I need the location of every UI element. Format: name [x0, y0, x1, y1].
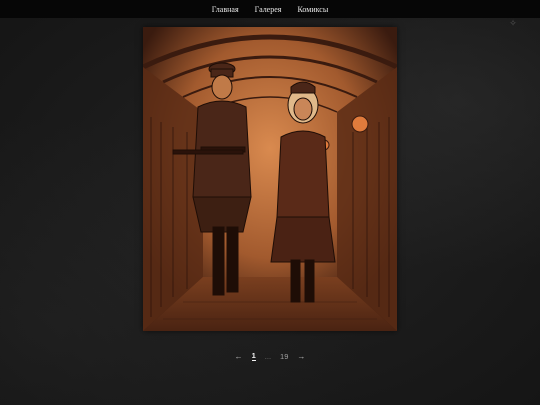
next-page-arrow-icon[interactable]: → — [297, 352, 305, 361]
decorative-star-icon: ✧ — [509, 18, 517, 28]
pagination: ← 1 ... 19 → — [0, 349, 540, 363]
nav-link-gallery[interactable]: Галерея — [255, 5, 282, 14]
comic-page-image[interactable] — [143, 27, 397, 331]
nav-link-home[interactable]: Главная — [212, 5, 239, 14]
top-navigation-bar: Главная Галерея Комиксы — [0, 0, 540, 18]
last-page-link[interactable]: 19 — [280, 352, 288, 361]
comic-illustration-icon — [143, 27, 397, 331]
nav-link-comics[interactable]: Комиксы — [297, 5, 328, 14]
current-page-number: 1 — [251, 351, 256, 361]
prev-page-arrow-icon[interactable]: ← — [235, 352, 243, 361]
pagination-ellipsis: ... — [264, 351, 272, 361]
